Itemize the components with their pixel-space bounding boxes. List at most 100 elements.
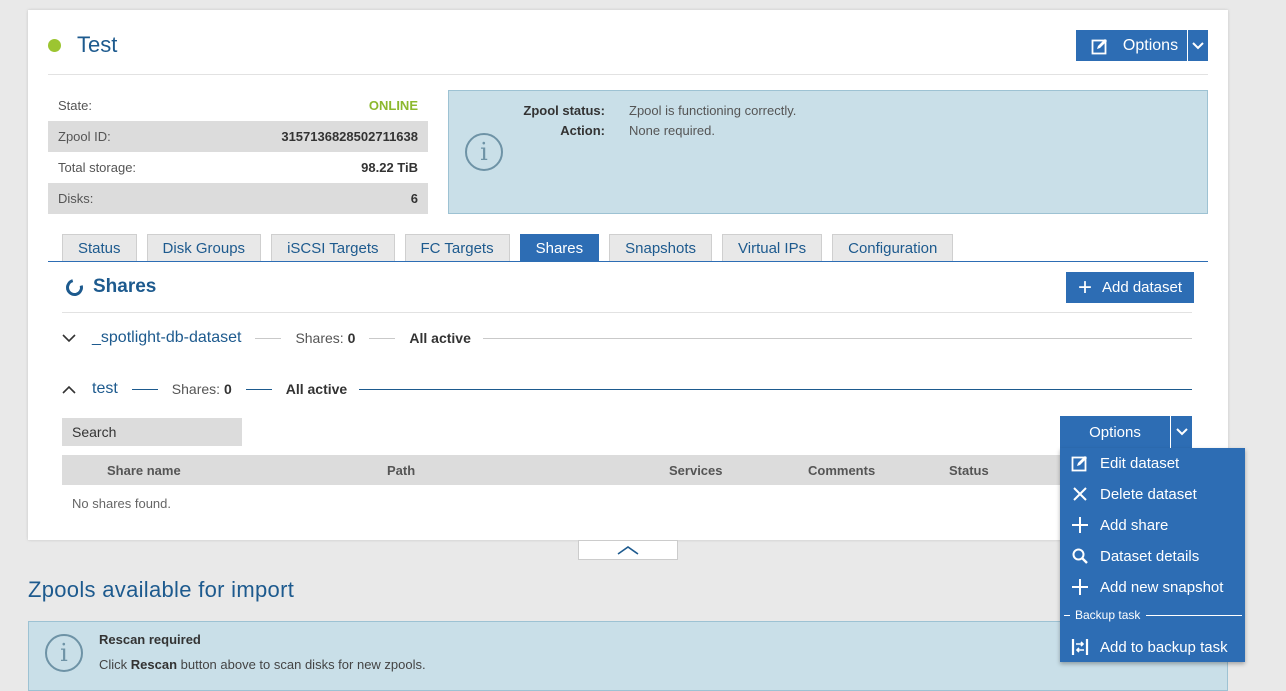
shares-count-label: Shares: [295, 330, 344, 346]
menu-item-label: Edit dataset [1100, 454, 1180, 472]
divider [48, 74, 1208, 75]
column-header-share-name[interactable]: Share name [107, 463, 181, 478]
dataset-row: _spotlight-db-dataset Shares: 0 All acti… [62, 327, 1192, 349]
shares-count: 0 [347, 330, 356, 346]
tab-disk-groups[interactable]: Disk Groups [146, 234, 262, 262]
divider [62, 312, 1192, 313]
menu-section-label: Backup task [1075, 608, 1141, 622]
dataset-name[interactable]: _spotlight-db-dataset [92, 329, 241, 347]
info-row-total-storage: Total storage: 98.22 TiB [48, 152, 428, 183]
empty-message: No shares found. [72, 496, 172, 511]
dataset-options-button[interactable]: Options [1060, 416, 1192, 448]
menu-item-label: Delete dataset [1100, 485, 1197, 503]
column-header-path[interactable]: Path [387, 463, 415, 478]
action-value: None required. [629, 123, 715, 138]
tab-status[interactable]: Status [62, 234, 137, 262]
tab-iscsi-targets[interactable]: iSCSI Targets [271, 234, 395, 262]
menu-item-label: Add to backup task [1100, 638, 1228, 656]
tab-shares[interactable]: Shares [519, 234, 600, 262]
refresh-icon[interactable] [62, 275, 87, 299]
shares-count: 0 [223, 381, 232, 397]
menu-item-label: Add share [1100, 516, 1169, 534]
edit-icon [1060, 454, 1100, 472]
add-dataset-button[interactable]: + Add dataset [1066, 272, 1194, 303]
search-input[interactable] [62, 418, 242, 446]
column-header-comments[interactable]: Comments [808, 463, 875, 478]
disks-value: 6 [410, 191, 418, 206]
divider [359, 388, 1192, 390]
rescan-text-bold: Rescan [130, 657, 178, 672]
chevron-down-icon[interactable] [1187, 30, 1208, 61]
info-label: Total storage: [58, 160, 137, 175]
tabs-divider [48, 261, 1208, 262]
shares-count-label: Shares: [171, 381, 221, 397]
dataset-shares: Shares: 0 [295, 330, 355, 346]
rescan-text: Click Rescan button above to scan disks … [99, 657, 426, 672]
shares-title: Shares [93, 276, 157, 297]
menu-item-delete-dataset[interactable]: Delete dataset [1060, 480, 1245, 508]
close-icon [1060, 487, 1100, 501]
divider [1146, 614, 1242, 616]
dataset-shares: Shares: 0 [172, 381, 232, 397]
import-info-box: i Rescan required Click Rescan button ab… [28, 621, 1228, 691]
shares-header: Shares [62, 275, 157, 299]
plus-icon [1060, 579, 1100, 595]
chevron-down-icon[interactable] [1170, 416, 1192, 448]
tab-fc-targets[interactable]: FC Targets [404, 234, 510, 262]
backup-task-icon [1060, 638, 1100, 656]
pool-options-button[interactable]: Options [1076, 30, 1208, 61]
chevron-down-icon[interactable] [62, 333, 78, 343]
menu-item-add-new-snapshot[interactable]: Add new snapshot [1060, 573, 1245, 601]
rescan-text-before: Click [99, 657, 131, 672]
menu-section-backup-task: Backup task [1064, 608, 1242, 622]
menu-item-add-share[interactable]: Add share [1060, 511, 1245, 539]
dataset-row: test Shares: 0 All active [62, 378, 1192, 400]
total-storage-value: 98.22 TiB [361, 160, 418, 175]
dataset-state: All active [409, 330, 471, 346]
divider [1064, 614, 1070, 616]
status-values: Zpool is functioning correctly. None req… [629, 101, 796, 141]
column-header-services[interactable]: Services [669, 463, 723, 478]
info-icon: i [45, 634, 83, 672]
edit-icon [1091, 37, 1109, 55]
info-row-state: State: ONLINE [48, 90, 428, 121]
add-dataset-label: Add dataset [1101, 279, 1183, 296]
divider [482, 337, 1192, 339]
pool-header: Test [48, 32, 117, 58]
tab-configuration[interactable]: Configuration [832, 234, 954, 262]
status-labels: Zpool status: Action: [449, 101, 605, 141]
plus-icon [1060, 517, 1100, 533]
shares-table-header: Share name Path Services Comments Status [62, 455, 1062, 485]
status-dot-icon [48, 38, 61, 52]
tab-snapshots[interactable]: Snapshots [609, 234, 713, 262]
menu-item-edit-dataset[interactable]: Edit dataset [1060, 449, 1245, 477]
zpool-status-value: Zpool is functioning correctly. [629, 103, 797, 118]
zpool-status-box: i Zpool status: Action: Zpool is functio… [448, 90, 1208, 214]
menu-item-label: Dataset details [1100, 547, 1200, 565]
state-value: ONLINE [368, 98, 418, 113]
zpool-id-value: 3157136828502711638 [281, 129, 418, 144]
divider [131, 388, 158, 390]
collapse-button[interactable] [578, 540, 678, 560]
menu-item-add-to-backup-task[interactable]: Add to backup task [1060, 633, 1245, 661]
divider [255, 337, 282, 339]
pool-title: Test [77, 32, 118, 57]
search-icon [1060, 548, 1100, 564]
pool-options-label: Options [1122, 36, 1179, 54]
menu-item-label: Add new snapshot [1100, 578, 1224, 596]
rescan-text-after: button above to scan disks for new zpool… [177, 657, 426, 672]
tab-virtual-ips[interactable]: Virtual IPs [722, 234, 823, 262]
info-label: Zpool ID: [58, 129, 111, 144]
chevron-up-icon[interactable] [62, 385, 78, 394]
dataset-options-menu: Edit dataset Delete dataset Add share Da… [1060, 448, 1245, 662]
dataset-name[interactable]: test [92, 380, 118, 398]
dataset-options-label: Options [1089, 423, 1141, 441]
column-header-status[interactable]: Status [949, 463, 989, 478]
zpool-status-label: Zpool status: [523, 103, 605, 118]
info-row-zpool-id: Zpool ID: 3157136828502711638 [48, 121, 428, 152]
pool-panel: Test Options State: ONLINE Zpool ID: 315… [28, 10, 1228, 540]
menu-item-dataset-details[interactable]: Dataset details [1060, 542, 1245, 570]
info-row-disks: Disks: 6 [48, 183, 428, 214]
info-label: State: [58, 98, 92, 113]
info-label: Disks: [58, 191, 94, 206]
